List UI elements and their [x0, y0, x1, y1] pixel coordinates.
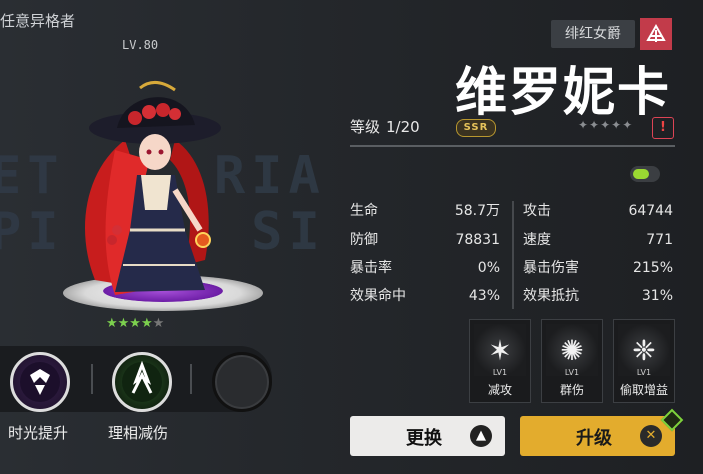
- character-level: LV.80: [122, 38, 159, 52]
- damage-reduction-icon[interactable]: [112, 352, 172, 412]
- skill-card-attack-down[interactable]: ✶ LV1 减攻: [469, 319, 531, 403]
- skill-name: 减攻: [487, 383, 512, 397]
- stats-panel: 生命 58.7万 防御 78831 暴击率 0% 效果命中 43% 攻击 647…: [350, 201, 675, 309]
- stat-effect-hit: 效果命中 43%: [350, 286, 500, 306]
- faction-emblem-icon[interactable]: [640, 18, 672, 50]
- change-button[interactable]: 更换 ▲: [350, 416, 505, 456]
- upgrade-icon: ✕: [640, 425, 662, 447]
- swap-icon: ▲: [470, 425, 492, 447]
- stat-effect-resist: 效果抵抗 31%: [523, 286, 673, 306]
- stats-divider: [512, 201, 514, 309]
- stat-attack: 攻击 64744: [523, 201, 673, 221]
- awaken-stars: ★★★★★: [106, 316, 164, 331]
- stat-defense: 防御 78831: [350, 230, 500, 250]
- stat-crit-damage: 暴击伤害 215%: [523, 258, 673, 278]
- divider: [350, 145, 675, 147]
- stat-label: 防御: [350, 232, 378, 248]
- upgrade-button[interactable]: 升级 ✕: [520, 416, 675, 456]
- stat-label: 暴击伤害: [523, 260, 579, 276]
- empty-slot-icon[interactable]: [212, 352, 272, 412]
- character-name: 维罗妮卡: [455, 63, 672, 123]
- stat-value: 215%: [632, 260, 673, 276]
- stat-label: 速度: [523, 232, 551, 248]
- stat-label: 效果抵抗: [523, 288, 579, 304]
- stat-label: 攻击: [523, 203, 551, 219]
- stat-value: 43%: [468, 288, 500, 304]
- skill-divider: [190, 364, 192, 394]
- rarity-badge: SSR: [456, 119, 496, 137]
- skill-card-aoe-damage[interactable]: ✺ LV1 群伤: [541, 319, 603, 403]
- category-label: 任意异格者: [0, 12, 76, 30]
- stat-value: 78831: [455, 232, 500, 248]
- grade-value: 1/20: [386, 118, 420, 136]
- stat-hp: 生命 58.7万: [350, 201, 500, 221]
- stat-value: 0%: [477, 260, 500, 276]
- stat-speed: 速度 771: [523, 230, 673, 250]
- stat-value: 64744: [628, 203, 673, 219]
- toggle-knob: [633, 169, 649, 179]
- skill-level: LV1: [492, 368, 508, 377]
- skill-divider: [91, 364, 93, 394]
- faction-name: 绯红女爵: [551, 20, 635, 48]
- stat-label: 暴击率: [350, 260, 392, 276]
- display-toggle[interactable]: [630, 166, 660, 182]
- stat-value: 58.7万: [454, 203, 500, 219]
- skill-card-steal-buff[interactable]: ❈ LV1 偷取增益: [613, 319, 675, 403]
- star-filled-icon: ★★★★: [106, 316, 153, 331]
- info-alert-icon[interactable]: !: [652, 117, 674, 139]
- character-art: [85, 81, 221, 295]
- skill-name: 群伤: [559, 383, 584, 397]
- stat-label: 效果命中: [350, 288, 406, 304]
- stat-value: 771: [646, 232, 673, 248]
- star-empty-icon: ★: [152, 316, 165, 331]
- upgrade-button-label: 升级: [576, 428, 612, 449]
- stat-value: 31%: [641, 288, 673, 304]
- skill-level: LV1: [564, 368, 580, 377]
- skill-level: LV1: [636, 368, 652, 377]
- rank-stars-icon: ✦✦✦✦✦: [578, 118, 634, 132]
- stat-crit-rate: 暴击率 0%: [350, 258, 500, 278]
- grade-row: 等级 1/20: [350, 116, 420, 137]
- change-button-label: 更换: [406, 428, 442, 449]
- character-sprite: [55, 80, 285, 330]
- grade-label: 等级: [350, 118, 381, 136]
- time-boost-label: 时光提升: [8, 424, 69, 442]
- skill-name: 偷取增益: [619, 383, 668, 397]
- time-boost-icon[interactable]: [10, 352, 70, 412]
- damage-reduction-label: 理相减伤: [108, 424, 169, 442]
- stat-label: 生命: [350, 203, 378, 219]
